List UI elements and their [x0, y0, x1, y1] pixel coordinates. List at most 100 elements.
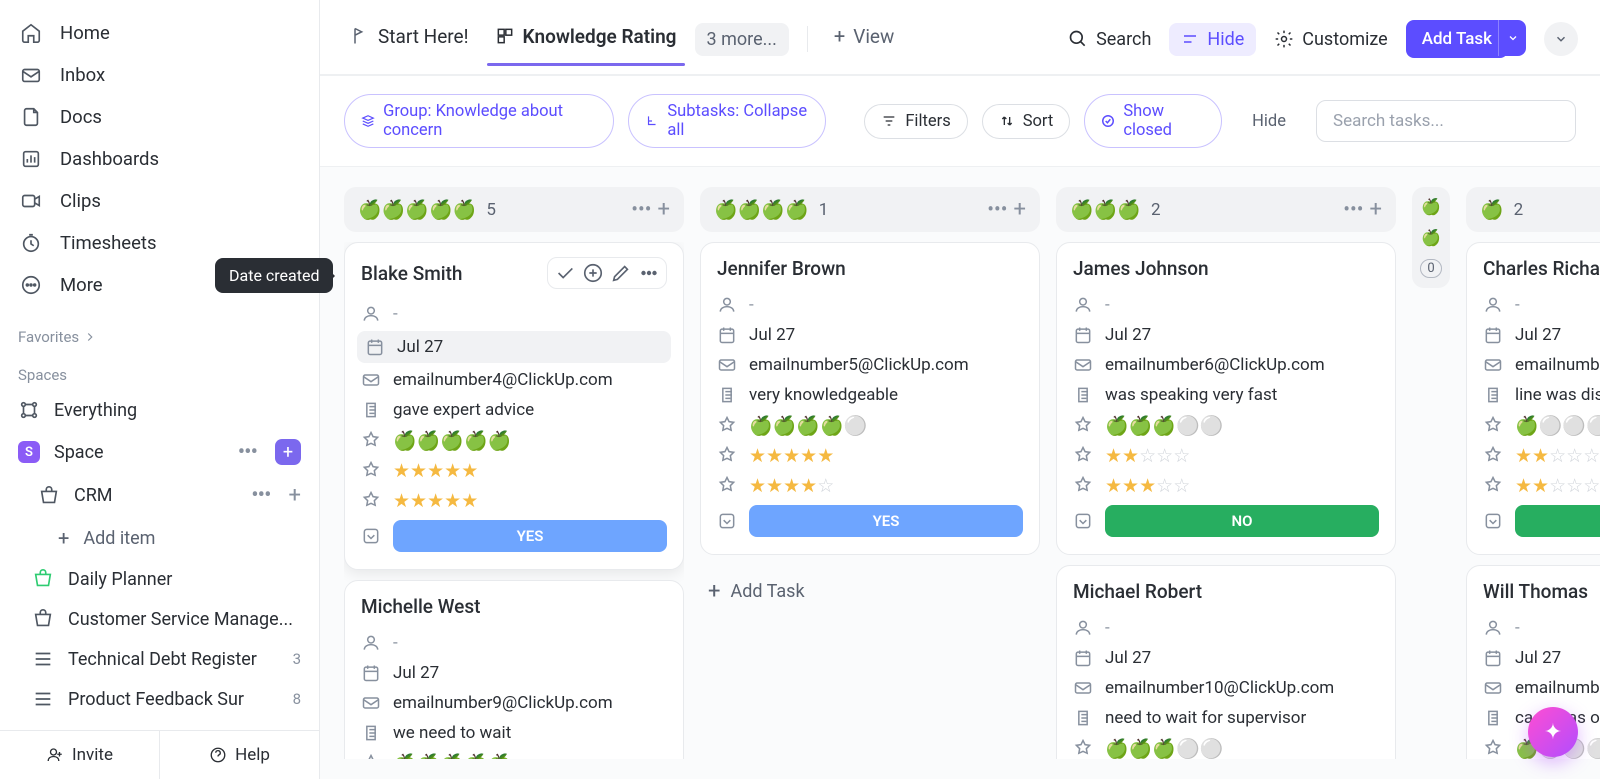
- tree-space[interactable]: SSpace•••+: [8, 430, 311, 474]
- card-date[interactable]: Jul 27: [357, 331, 671, 363]
- tree-add-item[interactable]: +Add item: [8, 517, 311, 559]
- card-assignee[interactable]: -: [1483, 613, 1600, 643]
- fab-button[interactable]: ✦: [1528, 707, 1578, 757]
- pencil-icon[interactable]: [610, 262, 632, 284]
- card-yn[interactable]: YES: [717, 500, 1023, 542]
- tree-crm[interactable]: CRM•••+: [8, 474, 311, 517]
- card-assignee[interactable]: -: [1483, 290, 1600, 320]
- tab-knowledge-rating[interactable]: Knowledge Rating: [487, 15, 685, 64]
- column-header[interactable]: 🍏🍏🍏🍏 1 •••+: [700, 187, 1040, 232]
- task-card[interactable]: James Johnson -Jul 27emailnumber6@ClickU…: [1056, 242, 1396, 555]
- plus-circle-icon[interactable]: [582, 262, 604, 284]
- search-button[interactable]: Search: [1068, 29, 1151, 50]
- card-stars-1[interactable]: ★★☆☆☆: [1483, 440, 1600, 470]
- card-email[interactable]: emailnumber4@ClickUp.com: [361, 365, 667, 395]
- user-menu[interactable]: [1544, 22, 1578, 56]
- task-card[interactable]: Jennifer Brown -Jul 27emailnumber5@Click…: [700, 242, 1040, 555]
- card-email[interactable]: emailnumber10@ClickUp.com: [1073, 673, 1379, 703]
- invite-button[interactable]: Invite: [0, 731, 159, 779]
- card-note[interactable]: very knowledgeable: [717, 380, 1023, 410]
- task-card[interactable]: Charles Richards -Jul 27emailnumber7@Cli…: [1466, 242, 1600, 555]
- card-email[interactable]: emailnumber5@ClickUp.com: [717, 350, 1023, 380]
- favorites-header[interactable]: Favorites: [0, 314, 319, 352]
- tree-everything[interactable]: Everything: [8, 390, 311, 430]
- crm-menu-icon[interactable]: •••: [247, 483, 274, 508]
- help-button[interactable]: Help: [160, 731, 319, 779]
- card-date[interactable]: Jul 27: [1483, 320, 1600, 350]
- hide-button[interactable]: Hide: [1169, 23, 1256, 56]
- column-add-icon[interactable]: +: [658, 197, 670, 222]
- show-closed-pill[interactable]: Show closed: [1084, 94, 1222, 148]
- card-assignee[interactable]: -: [1073, 290, 1379, 320]
- card-email[interactable]: emailnumber6@ClickUp.com: [1073, 350, 1379, 380]
- card-stars-1[interactable]: ★★☆☆☆: [1073, 440, 1379, 470]
- card-date[interactable]: Jul 27: [1073, 320, 1379, 350]
- filters-pill[interactable]: Filters: [864, 104, 967, 139]
- card-email[interactable]: emailnumber7@Clic: [1483, 350, 1600, 380]
- card-note[interactable]: was speaking very fast: [1073, 380, 1379, 410]
- add-task-dropdown[interactable]: [1498, 20, 1526, 56]
- task-card[interactable]: Michelle West -Jul 27emailnumber9@ClickU…: [344, 580, 684, 759]
- card-yn[interactable]: YES: [361, 515, 667, 557]
- card-apples[interactable]: 🍏🍏🍏🍏⚪: [717, 410, 1023, 440]
- card-apples[interactable]: 🍏🍏🍏🍏🍏: [361, 425, 667, 455]
- card-assignee[interactable]: -: [361, 628, 667, 658]
- column-header[interactable]: 🍏🍏🍏 2 •••+: [1056, 187, 1396, 232]
- crm-add-icon[interactable]: +: [289, 483, 301, 508]
- card-stars-2[interactable]: ★★★★☆: [717, 470, 1023, 500]
- card-date[interactable]: Jul 27: [361, 658, 667, 688]
- card-note[interactable]: need to wait for supervisor: [1073, 703, 1379, 733]
- add-task-link[interactable]: +Add Task: [700, 565, 1040, 618]
- group-pill[interactable]: Group: Knowledge about concern: [344, 94, 614, 148]
- card-assignee[interactable]: -: [361, 299, 667, 329]
- sort-pill[interactable]: Sort: [982, 104, 1071, 139]
- column-menu-icon[interactable]: •••: [1343, 197, 1363, 222]
- card-assignee[interactable]: -: [717, 290, 1023, 320]
- space-menu-icon[interactable]: •••: [234, 440, 261, 465]
- column-header[interactable]: 🍏🍏🍏🍏🍏 5 •••+: [344, 187, 684, 232]
- more-icon[interactable]: [638, 262, 660, 284]
- tree-feedback[interactable]: Product Feedback Sur8: [8, 679, 311, 719]
- column-menu-icon[interactable]: •••: [987, 197, 1007, 222]
- space-add-button[interactable]: +: [275, 439, 301, 465]
- card-date[interactable]: Jul 27: [1073, 643, 1379, 673]
- column-add-icon[interactable]: +: [1014, 197, 1026, 222]
- column-menu-icon[interactable]: •••: [631, 197, 651, 222]
- column-add-icon[interactable]: +: [1370, 197, 1382, 222]
- card-date[interactable]: Jul 27: [1483, 643, 1600, 673]
- tree-daily-planner[interactable]: Daily Planner: [8, 559, 311, 599]
- tab-start-here[interactable]: Start Here!: [342, 15, 477, 64]
- tree-tech-debt[interactable]: Technical Debt Register3: [8, 639, 311, 679]
- card-date[interactable]: Jul 27: [717, 320, 1023, 350]
- card-stars-2[interactable]: ★★★★★: [361, 485, 667, 515]
- nav-docs[interactable]: Docs: [8, 96, 311, 138]
- hide-text-button[interactable]: Hide: [1236, 105, 1302, 138]
- tree-csm[interactable]: Customer Service Manage...: [8, 599, 311, 639]
- card-yn[interactable]: NO: [1073, 500, 1379, 542]
- card-apples[interactable]: 🍏🍏🍏🍏🍏: [361, 748, 667, 759]
- nav-home[interactable]: Home: [8, 12, 311, 54]
- card-apples[interactable]: 🍏🍏🍏⚪⚪: [1073, 410, 1379, 440]
- card-email[interactable]: emailnumber9@ClickUp.com: [361, 688, 667, 718]
- board[interactable]: 🍏🍏🍏🍏🍏 5 •••+ Blake Smith -Jul 27emailnum…: [320, 167, 1600, 779]
- add-task-button[interactable]: Add Task: [1406, 20, 1508, 58]
- card-stars-1[interactable]: ★★★★★: [361, 455, 667, 485]
- card-apples[interactable]: 🍏⚪⚪⚪⚪: [1483, 410, 1600, 440]
- card-email[interactable]: emailnumber8@Clic: [1483, 673, 1600, 703]
- nav-clips[interactable]: Clips: [8, 180, 311, 222]
- collapsed-column[interactable]: 🍏🍏0: [1412, 187, 1450, 288]
- check-icon[interactable]: [554, 262, 576, 284]
- card-stars-2[interactable]: ★★☆☆☆: [1483, 470, 1600, 500]
- task-card[interactable]: Michael Robert -Jul 27emailnumber10@Clic…: [1056, 565, 1396, 759]
- card-note[interactable]: we need to wait: [361, 718, 667, 748]
- add-view-button[interactable]: +View: [826, 14, 902, 64]
- card-assignee[interactable]: -: [1073, 613, 1379, 643]
- card-note[interactable]: gave expert advice: [361, 395, 667, 425]
- card-yn[interactable]: NO: [1483, 500, 1600, 542]
- customize-button[interactable]: Customize: [1274, 29, 1387, 50]
- card-stars-1[interactable]: ★★★★★: [717, 440, 1023, 470]
- nav-inbox[interactable]: Inbox: [8, 54, 311, 96]
- card-note[interactable]: line was disconnecte: [1483, 380, 1600, 410]
- subtasks-pill[interactable]: Subtasks: Collapse all: [628, 94, 825, 148]
- card-stars-2[interactable]: ★★★☆☆: [1073, 470, 1379, 500]
